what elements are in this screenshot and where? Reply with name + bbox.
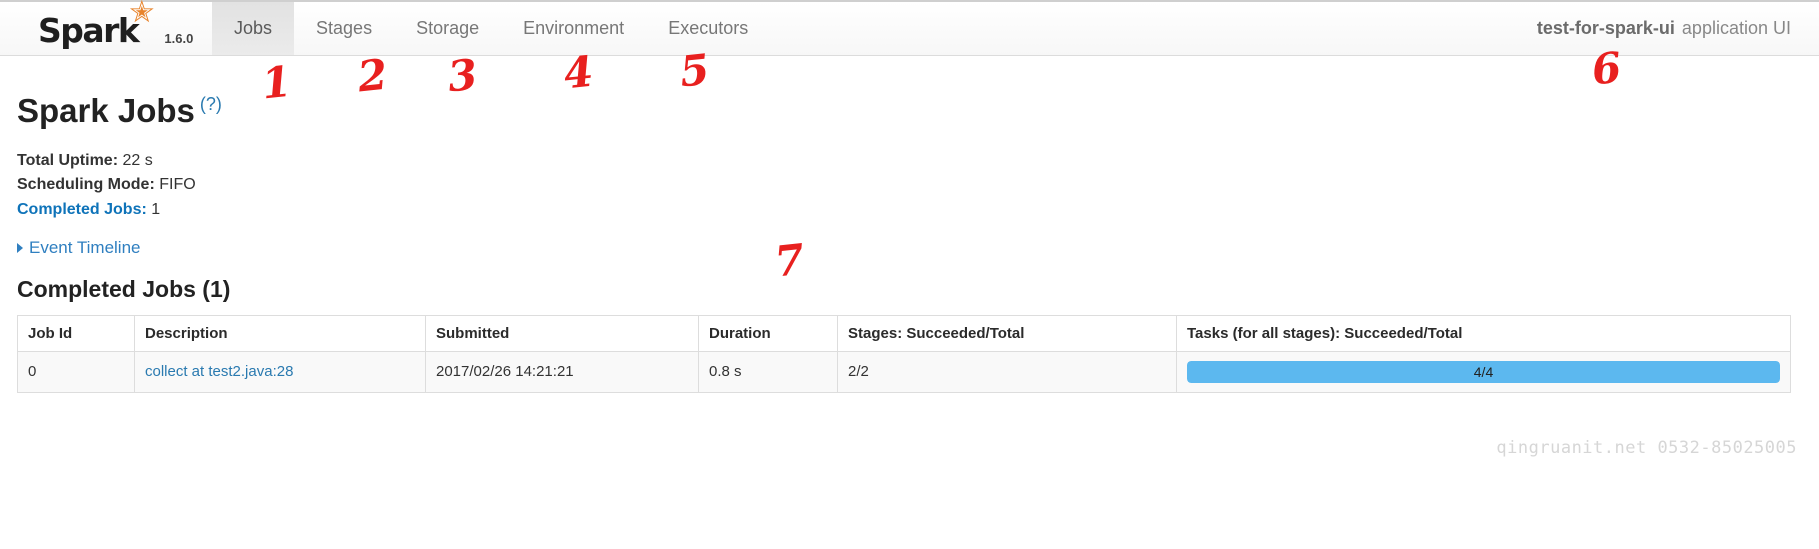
star-icon: ✭ (129, 0, 155, 29)
scheduling-mode-label: Scheduling Mode: (17, 176, 155, 194)
table-row: 0 collect at test2.java:28 2017/02/26 14… (17, 350, 1791, 393)
annotation-4: 4 (561, 46, 596, 99)
page-title-text: Spark Jobs (17, 92, 195, 129)
nav-item-environment[interactable]: Environment (501, 2, 646, 55)
scheduling-mode-value: FIFO (159, 176, 196, 194)
navbar: Spark ✭ 1.6.0 Jobs Stages Storage Enviro… (0, 0, 1819, 56)
table-head: Job Id Description Submitted Duration St… (17, 314, 1791, 352)
tasks-progress-bar: 4/4 (1187, 360, 1780, 383)
total-uptime-row: Total Uptime: 22 s (17, 149, 1802, 173)
nav-items: Jobs Stages Storage Environment Executor… (212, 2, 770, 55)
event-timeline-toggle[interactable]: Event Timeline (17, 238, 141, 258)
column-header-submitted[interactable]: Submitted (425, 314, 699, 352)
annotation-3: 3 (445, 49, 480, 102)
column-header-stages[interactable]: Stages: Succeeded/Total (837, 314, 1177, 352)
completed-jobs-row: Completed Jobs: 1 (17, 198, 1802, 222)
nav-item-jobs[interactable]: Jobs (212, 2, 295, 55)
column-header-duration[interactable]: Duration (698, 314, 838, 352)
spark-logo[interactable]: Spark ✭ (38, 0, 154, 50)
table-header-row: Job Id Description Submitted Duration St… (17, 314, 1791, 352)
job-description-link[interactable]: collect at test2.java:28 (145, 363, 293, 380)
nav-item-executors[interactable]: Executors (646, 2, 770, 55)
cell-submitted: 2017/02/26 14:21:21 (425, 350, 699, 393)
column-header-description[interactable]: Description (134, 314, 426, 352)
event-timeline-label: Event Timeline (29, 237, 141, 257)
page-title: Spark Jobs (?) (17, 94, 1802, 127)
annotation-2: 2 (355, 49, 390, 102)
completed-jobs-value: 1 (151, 200, 161, 218)
total-uptime-label: Total Uptime: (17, 152, 119, 169)
cell-description: collect at test2.java:28 (134, 350, 426, 393)
brand-version: 1.6.0 (164, 31, 194, 46)
cell-stages: 2/2 (837, 350, 1177, 393)
column-header-tasks[interactable]: Tasks (for all stages): Succeeded/Total (1176, 314, 1791, 352)
watermark: qingruanit.net 0532-85025005 (1496, 438, 1797, 458)
table-body: 0 collect at test2.java:28 2017/02/26 14… (17, 350, 1791, 393)
completed-jobs-label[interactable]: Completed Jobs: (17, 201, 147, 218)
cell-duration: 0.8 s (698, 350, 838, 393)
cell-job-id: 0 (17, 350, 135, 393)
tasks-progress-label: 4/4 (1473, 363, 1494, 380)
total-uptime-value: 22 s (122, 152, 153, 169)
cell-tasks: 4/4 (1176, 350, 1791, 393)
nav-item-stages[interactable]: Stages (294, 2, 394, 55)
scheduling-mode-row: Scheduling Mode: FIFO (17, 173, 1802, 197)
main-content: Spark Jobs (?) Total Uptime: 22 s Schedul… (0, 94, 1819, 393)
column-header-job-id[interactable]: Job Id (17, 314, 135, 352)
chevron-right-icon (17, 243, 23, 254)
application-name: test-for-spark-ui application UI (1537, 2, 1819, 55)
completed-jobs-section-title: Completed Jobs (1) (17, 275, 231, 302)
brand-logo[interactable]: Spark ✭ 1.6.0 (0, 0, 212, 55)
help-icon[interactable]: (?) (200, 94, 222, 114)
brand-name: Spark (38, 11, 140, 50)
application-id: test-for-spark-ui (1536, 18, 1675, 38)
application-ui-suffix: application UI (1681, 18, 1791, 38)
job-summary: Total Uptime: 22 s Scheduling Mode: FIFO… (17, 149, 1802, 222)
nav-item-storage[interactable]: Storage (394, 2, 501, 55)
completed-jobs-table: Job Id Description Submitted Duration St… (17, 314, 1791, 393)
